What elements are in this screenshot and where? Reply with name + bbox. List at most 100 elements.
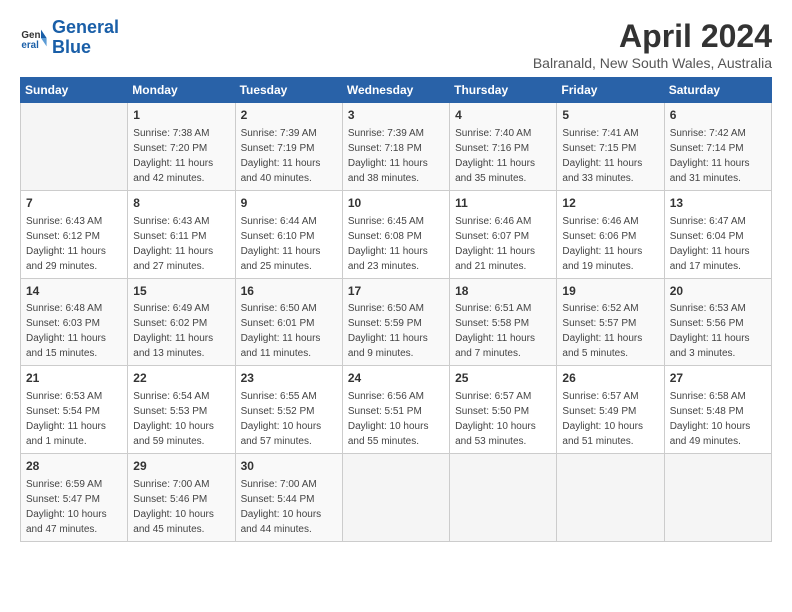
day-info: Sunrise: 7:41 AMSunset: 7:15 PMDaylight:… <box>562 126 658 186</box>
day-number: 23 <box>241 370 337 387</box>
cell-4-5 <box>557 454 664 542</box>
logo: Gen eral General Blue <box>20 18 119 58</box>
day-info: Sunrise: 6:43 AMSunset: 6:11 PMDaylight:… <box>133 214 229 274</box>
day-info: Sunrise: 6:55 AMSunset: 5:52 PMDaylight:… <box>241 389 337 449</box>
day-info: Sunrise: 6:46 AMSunset: 6:06 PMDaylight:… <box>562 214 658 274</box>
logo-text-line1: General <box>52 18 119 38</box>
day-info: Sunrise: 6:50 AMSunset: 6:01 PMDaylight:… <box>241 301 337 361</box>
day-info: Sunrise: 6:58 AMSunset: 5:48 PMDaylight:… <box>670 389 766 449</box>
cell-2-3: 17Sunrise: 6:50 AMSunset: 5:59 PMDayligh… <box>342 278 449 366</box>
day-number: 1 <box>133 107 229 124</box>
header-row: Sunday Monday Tuesday Wednesday Thursday… <box>21 78 772 103</box>
day-number: 8 <box>133 195 229 212</box>
week-row-0: 1 Sunrise: 7:38 AMSunset: 7:20 PMDaylight… <box>21 103 772 191</box>
day-number: 19 <box>562 283 658 300</box>
week-row-1: 7 Sunrise: 6:43 AMSunset: 6:12 PMDaylight… <box>21 190 772 278</box>
day-number: 13 <box>670 195 766 212</box>
day-info: Sunrise: 7:00 AMSunset: 5:46 PMDaylight:… <box>133 477 229 537</box>
cell-1-2: 9 Sunrise: 6:44 AMSunset: 6:10 PMDaylight… <box>235 190 342 278</box>
day-number: 29 <box>133 458 229 475</box>
cell-4-0: 28 Sunrise: 6:59 AMSunset: 5:47 PMDayligh… <box>21 454 128 542</box>
week-row-2: 14Sunrise: 6:48 AMSunset: 6:03 PMDayligh… <box>21 278 772 366</box>
day-number: 12 <box>562 195 658 212</box>
col-sunday: Sunday <box>21 78 128 103</box>
day-number: 27 <box>670 370 766 387</box>
day-number: 10 <box>348 195 444 212</box>
svg-text:eral: eral <box>21 40 39 51</box>
location-subtitle: Balranald, New South Wales, Australia <box>533 55 772 71</box>
day-number: 15 <box>133 283 229 300</box>
day-info: Sunrise: 6:53 AMSunset: 5:56 PMDaylight:… <box>670 301 766 361</box>
cell-2-1: 15Sunrise: 6:49 AMSunset: 6:02 PMDayligh… <box>128 278 235 366</box>
logo-text-line2: Blue <box>52 38 119 58</box>
cell-2-6: 20Sunrise: 6:53 AMSunset: 5:56 PMDayligh… <box>664 278 771 366</box>
day-number: 24 <box>348 370 444 387</box>
cell-1-6: 13 Sunrise: 6:47 AMSunset: 6:04 PMDayligh… <box>664 190 771 278</box>
day-info: Sunrise: 6:44 AMSunset: 6:10 PMDaylight:… <box>241 214 337 274</box>
day-number: 30 <box>241 458 337 475</box>
cell-1-1: 8 Sunrise: 6:43 AMSunset: 6:11 PMDaylight… <box>128 190 235 278</box>
day-number: 7 <box>26 195 122 212</box>
day-info: Sunrise: 6:52 AMSunset: 5:57 PMDaylight:… <box>562 301 658 361</box>
day-number: 28 <box>26 458 122 475</box>
cell-0-0 <box>21 103 128 191</box>
day-number: 14 <box>26 283 122 300</box>
day-number: 17 <box>348 283 444 300</box>
day-number: 22 <box>133 370 229 387</box>
col-wednesday: Wednesday <box>342 78 449 103</box>
page-container: Gen eral General Blue April 2024 Balrana… <box>0 0 792 552</box>
col-tuesday: Tuesday <box>235 78 342 103</box>
calendar-table: Sunday Monday Tuesday Wednesday Thursday… <box>20 77 772 542</box>
cell-1-4: 11Sunrise: 6:46 AMSunset: 6:07 PMDayligh… <box>450 190 557 278</box>
day-info: Sunrise: 7:39 AMSunset: 7:19 PMDaylight:… <box>241 126 337 186</box>
day-info: Sunrise: 6:54 AMSunset: 5:53 PMDaylight:… <box>133 389 229 449</box>
day-number: 21 <box>26 370 122 387</box>
cell-4-6 <box>664 454 771 542</box>
day-number: 20 <box>670 283 766 300</box>
cell-0-5: 5 Sunrise: 7:41 AMSunset: 7:15 PMDaylight… <box>557 103 664 191</box>
col-saturday: Saturday <box>664 78 771 103</box>
cell-0-2: 2Sunrise: 7:39 AMSunset: 7:19 PMDaylight… <box>235 103 342 191</box>
cell-4-2: 30Sunrise: 7:00 AMSunset: 5:44 PMDayligh… <box>235 454 342 542</box>
cell-1-3: 10Sunrise: 6:45 AMSunset: 6:08 PMDayligh… <box>342 190 449 278</box>
day-number: 26 <box>562 370 658 387</box>
cell-2-5: 19Sunrise: 6:52 AMSunset: 5:57 PMDayligh… <box>557 278 664 366</box>
day-info: Sunrise: 7:40 AMSunset: 7:16 PMDaylight:… <box>455 126 551 186</box>
week-row-4: 28 Sunrise: 6:59 AMSunset: 5:47 PMDayligh… <box>21 454 772 542</box>
day-info: Sunrise: 6:47 AMSunset: 6:04 PMDaylight:… <box>670 214 766 274</box>
month-title: April 2024 <box>533 18 772 55</box>
cell-0-4: 4Sunrise: 7:40 AMSunset: 7:16 PMDaylight… <box>450 103 557 191</box>
day-number: 3 <box>348 107 444 124</box>
cell-1-5: 12 Sunrise: 6:46 AMSunset: 6:06 PMDayligh… <box>557 190 664 278</box>
day-number: 5 <box>562 107 658 124</box>
title-block: April 2024 Balranald, New South Wales, A… <box>533 18 772 71</box>
cell-3-2: 23 Sunrise: 6:55 AMSunset: 5:52 PMDayligh… <box>235 366 342 454</box>
day-number: 25 <box>455 370 551 387</box>
day-info: Sunrise: 6:49 AMSunset: 6:02 PMDaylight:… <box>133 301 229 361</box>
day-info: Sunrise: 6:53 AMSunset: 5:54 PMDaylight:… <box>26 389 122 449</box>
day-number: 9 <box>241 195 337 212</box>
cell-4-3 <box>342 454 449 542</box>
day-info: Sunrise: 6:43 AMSunset: 6:12 PMDaylight:… <box>26 214 122 274</box>
col-monday: Monday <box>128 78 235 103</box>
cell-2-2: 16Sunrise: 6:50 AMSunset: 6:01 PMDayligh… <box>235 278 342 366</box>
cell-2-0: 14Sunrise: 6:48 AMSunset: 6:03 PMDayligh… <box>21 278 128 366</box>
day-info: Sunrise: 7:42 AMSunset: 7:14 PMDaylight:… <box>670 126 766 186</box>
cell-0-1: 1 Sunrise: 7:38 AMSunset: 7:20 PMDaylight… <box>128 103 235 191</box>
col-friday: Friday <box>557 78 664 103</box>
day-info: Sunrise: 6:50 AMSunset: 5:59 PMDaylight:… <box>348 301 444 361</box>
day-number: 6 <box>670 107 766 124</box>
day-info: Sunrise: 6:56 AMSunset: 5:51 PMDaylight:… <box>348 389 444 449</box>
day-info: Sunrise: 6:48 AMSunset: 6:03 PMDaylight:… <box>26 301 122 361</box>
cell-3-3: 24 Sunrise: 6:56 AMSunset: 5:51 PMDayligh… <box>342 366 449 454</box>
day-info: Sunrise: 6:59 AMSunset: 5:47 PMDaylight:… <box>26 477 122 537</box>
day-info: Sunrise: 7:38 AMSunset: 7:20 PMDaylight:… <box>133 126 229 186</box>
day-info: Sunrise: 6:57 AMSunset: 5:50 PMDaylight:… <box>455 389 551 449</box>
cell-3-6: 27 Sunrise: 6:58 AMSunset: 5:48 PMDayligh… <box>664 366 771 454</box>
day-number: 11 <box>455 195 551 212</box>
day-number: 16 <box>241 283 337 300</box>
cell-3-5: 26Sunrise: 6:57 AMSunset: 5:49 PMDayligh… <box>557 366 664 454</box>
day-number: 18 <box>455 283 551 300</box>
week-row-3: 21 Sunrise: 6:53 AMSunset: 5:54 PMDayligh… <box>21 366 772 454</box>
col-thursday: Thursday <box>450 78 557 103</box>
